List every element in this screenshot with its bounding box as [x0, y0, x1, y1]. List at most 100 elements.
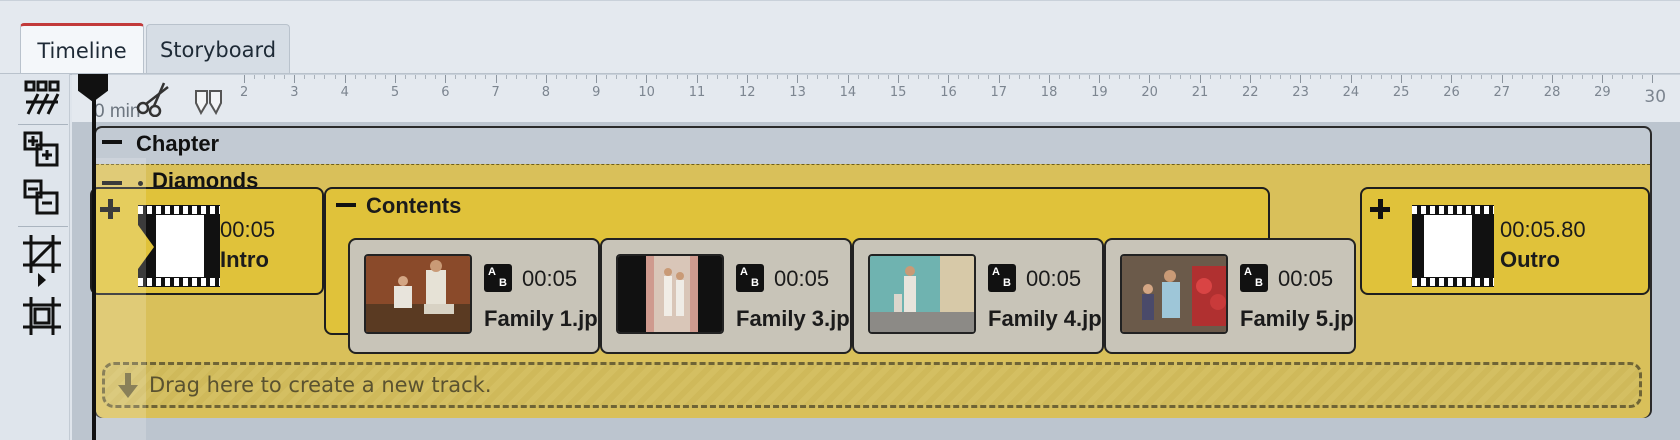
- outro-clip[interactable]: 00:05.80 Outro: [1360, 187, 1650, 295]
- photo-clip-3[interactable]: AB 00:05 Family 3.jpg: [600, 238, 852, 354]
- ruler-tick-mark: [696, 75, 698, 83]
- transition-ab-icon[interactable]: AB: [1240, 264, 1268, 292]
- ruler-tick-label: 29: [1594, 85, 1611, 100]
- tracks-icon[interactable]: [20, 76, 64, 120]
- ruler-minor-tick: [1189, 75, 1191, 79]
- collapse-chapter-icon[interactable]: [102, 140, 122, 144]
- photo-clip-4[interactable]: AB 00:05 Family 4.jpg: [852, 238, 1104, 354]
- dropzone-text: Drag here to create a new track.: [149, 373, 492, 397]
- ruler-minor-tick: [1109, 75, 1111, 79]
- ruler-tick-label: 12: [739, 85, 756, 100]
- film-icon: [138, 205, 220, 287]
- ruler-tick-mark: [1602, 75, 1604, 83]
- ruler-minor-tick: [324, 75, 326, 79]
- ruler-minor-tick: [1280, 75, 1282, 79]
- scissors-icon[interactable]: [134, 81, 170, 118]
- ruler-tick-mark: [1652, 75, 1654, 83]
- remove-chapter-icon[interactable]: [20, 176, 64, 220]
- ruler-minor-tick: [505, 75, 507, 79]
- photo-thumbnail: [364, 254, 472, 334]
- ruler-minor-tick: [1340, 75, 1342, 79]
- ruler-minor-tick: [1612, 75, 1614, 79]
- collapse-contents-icon[interactable]: [336, 203, 356, 207]
- ruler-minor-tick: [867, 75, 869, 79]
- ruler-minor-tick: [1410, 75, 1412, 79]
- ruler-minor-tick: [1139, 75, 1141, 79]
- ruler-minor-tick: [1119, 75, 1121, 79]
- ruler-tick-label: 18: [1040, 85, 1058, 100]
- transition-ab-icon[interactable]: AB: [736, 264, 764, 292]
- ruler-minor-tick: [1239, 75, 1241, 79]
- ruler-minor-tick: [1038, 75, 1040, 79]
- ruler-tick-label: 22: [1242, 85, 1259, 100]
- ruler-tick-mark: [948, 75, 950, 83]
- ruler-minor-tick: [1511, 75, 1513, 79]
- tab-timeline[interactable]: Timeline: [20, 23, 144, 75]
- ruler-minor-tick: [1089, 75, 1091, 79]
- ruler-minor-tick: [676, 75, 678, 79]
- ruler-minor-tick: [606, 75, 608, 79]
- ruler-minor-tick: [656, 75, 658, 79]
- ruler-tick-label: 5: [390, 85, 400, 100]
- intro-highlight: [96, 158, 146, 440]
- ruler-minor-tick: [1209, 75, 1211, 79]
- ruler-tick-mark: [646, 75, 648, 83]
- photo-3-time: 00:05: [774, 266, 830, 291]
- contents-title: Contents: [366, 193, 462, 218]
- fit-frame-icon[interactable]: [20, 294, 64, 338]
- ruler-minor-tick: [757, 75, 759, 79]
- ruler-tick-label: 16: [940, 85, 957, 100]
- expand-arrow-icon[interactable]: [20, 270, 64, 290]
- ruler-minor-tick: [435, 75, 437, 79]
- ruler-minor-tick: [586, 75, 588, 79]
- ruler-minor-tick: [1159, 75, 1161, 79]
- ruler-minor-tick: [1028, 75, 1030, 79]
- transition-ab-icon[interactable]: AB: [988, 264, 1016, 292]
- ruler-minor-tick: [837, 75, 839, 79]
- ruler-minor-tick: [1310, 75, 1312, 79]
- add-chapter-icon[interactable]: [20, 128, 64, 172]
- tab-storyboard[interactable]: Storyboard: [146, 24, 290, 74]
- ruler-tick-label: 19: [1091, 85, 1108, 100]
- transition-ab-icon[interactable]: AB: [484, 264, 512, 292]
- photo-clip-1[interactable]: AB 00:05 Family 1.jpg: [348, 238, 600, 354]
- ruler-minor-tick: [374, 75, 376, 79]
- time-ruler[interactable]: 0 min 2 3 4 5 6 7 8 9 10 11 12 13 14 15 16 17 18 19 20 21 22…: [72, 74, 1680, 122]
- ruler-minor-tick: [1078, 75, 1080, 79]
- ruler-tick-mark: [1451, 75, 1453, 83]
- ruler-minor-tick: [907, 75, 909, 79]
- ruler-minor-tick: [767, 75, 769, 79]
- photo-thumbnail: [868, 254, 976, 334]
- ruler-minor-tick: [1471, 75, 1473, 79]
- ruler-tick-mark: [1350, 75, 1352, 83]
- ruler-tick-mark: [1501, 75, 1503, 83]
- ruler-minor-tick: [1290, 75, 1292, 79]
- ruler-minor-tick: [1068, 75, 1070, 79]
- ruler-tick-label: 9: [592, 85, 601, 100]
- ruler-minor-tick: [958, 75, 960, 79]
- ruler-minor-tick: [1592, 75, 1594, 79]
- playhead[interactable]: [92, 74, 96, 440]
- photo-1-time: 00:05: [522, 266, 578, 291]
- ruler-tick-label: 17: [990, 85, 1008, 100]
- ruler-tick-mark: [998, 75, 1000, 83]
- ruler-minor-tick: [455, 75, 457, 79]
- ruler-tick-mark: [244, 75, 245, 83]
- film-icon: [1412, 205, 1494, 287]
- marker-icon[interactable]: [194, 89, 224, 116]
- ruler-minor-tick: [1632, 75, 1634, 79]
- ruler-tick-label: 28: [1543, 85, 1561, 100]
- tab-storyboard-label: Storyboard: [159, 37, 277, 62]
- photo-clip-5[interactable]: AB 00:05 Family 5.jpg: [1104, 238, 1356, 354]
- ruler-tick-mark: [294, 75, 296, 83]
- ruler-tick-label: 27: [1493, 85, 1511, 100]
- ruler-minor-tick: [988, 75, 990, 79]
- ruler-minor-tick: [1129, 75, 1131, 79]
- ruler-minor-tick: [857, 75, 859, 79]
- ruler-tick-label: 6: [441, 85, 450, 100]
- photo-1-name: Family 1.jpg: [484, 306, 600, 331]
- ruler-tick-label: 20: [1141, 85, 1158, 100]
- ruler-tick-label: 26: [1443, 85, 1460, 100]
- ruler-tick-mark: [445, 75, 447, 83]
- new-track-dropzone[interactable]: Drag here to create a new track.: [102, 362, 1642, 408]
